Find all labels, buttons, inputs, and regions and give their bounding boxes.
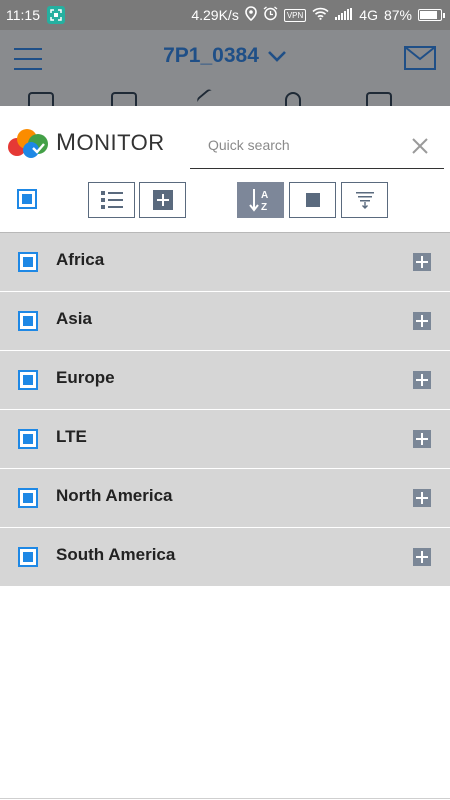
group-label: Africa [56,250,105,269]
bottom-divider [0,798,450,799]
group-checkbox[interactable] [18,547,38,567]
battery-fill [420,11,438,19]
network-type: 4G [359,7,378,23]
battery-icon [418,9,445,21]
plus-square-icon [152,190,173,210]
group-checkbox[interactable] [18,311,38,331]
group-checkbox[interactable] [18,370,38,390]
group-label: Europe [56,368,115,387]
group-label: South America [56,545,176,564]
calendar-tab-icon [111,92,137,106]
chevron-down-icon [267,51,286,62]
sort-az-icon: A Z [248,189,268,213]
group-checkbox[interactable] [18,252,38,272]
expand-plus-icon[interactable] [413,253,431,271]
group-row[interactable]: Europe [0,351,450,410]
group-label: Asia [56,309,92,328]
group-label: LTE [56,427,87,446]
group-label: North America [56,486,173,505]
square-icon [305,193,320,207]
device-name: 7P1_0384 [163,44,259,67]
battery-percent: 87% [383,7,412,23]
status-bar: 11:15 4.29K/s VPN 4G 87% [0,0,450,30]
wifi-icon [312,7,329,23]
svg-text:A: A [261,190,268,201]
list-icon [100,191,123,209]
mail-icon[interactable] [404,46,436,70]
group-checkbox[interactable] [18,429,38,449]
sort-alphabetical-button[interactable]: A Z [237,182,284,218]
location-icon [245,6,257,24]
group-row[interactable]: LTE [0,410,450,469]
close-icon[interactable] [408,134,432,158]
map-tab-icon [28,92,54,106]
monitor-logo-text: MONITOR [56,129,165,156]
scanner-app-icon [47,6,65,24]
background-tab-icons [0,87,450,111]
group-row[interactable]: Africa [0,233,450,292]
signal-icon [335,7,353,23]
list-view-button[interactable] [88,182,135,218]
alert-tab-icon [285,92,301,106]
expand-all-button[interactable] [139,182,186,218]
svg-text:Z: Z [261,202,267,213]
select-all-checkbox[interactable] [17,189,37,209]
group-checkbox[interactable] [18,488,38,508]
app-header: 7P1_0384 [0,30,450,111]
expand-plus-icon[interactable] [413,430,431,448]
alarm-icon [263,6,278,24]
sort-lines-icon [355,192,374,209]
group-row[interactable]: Asia [0,292,450,351]
logo-row: MONITOR [0,106,450,170]
status-time: 11:15 [6,7,40,23]
monitor-logo-icon [8,129,48,158]
group-row[interactable]: South America [0,528,450,587]
expand-plus-icon[interactable] [413,371,431,389]
quick-search [190,124,444,169]
vpn-badge: VPN [283,8,307,22]
device-selector[interactable]: 7P1_0384 [0,44,450,68]
group-row[interactable]: North America [0,469,450,528]
monitor-panel: MONITOR A [0,106,450,800]
sort-status-button[interactable] [289,182,336,218]
quick-search-input[interactable] [206,132,406,158]
monitor-toolbar: A Z [0,180,450,220]
expand-plus-icon[interactable] [413,548,431,566]
expand-plus-icon[interactable] [413,489,431,507]
sort-order-button[interactable] [341,182,388,218]
group-list: Africa Asia Europe LTE North America Sou… [0,233,450,587]
network-speed: 4.29K/s [191,7,239,23]
expand-plus-icon[interactable] [413,312,431,330]
report-tab-icon [366,92,392,106]
monitor-logo: MONITOR [6,128,165,158]
